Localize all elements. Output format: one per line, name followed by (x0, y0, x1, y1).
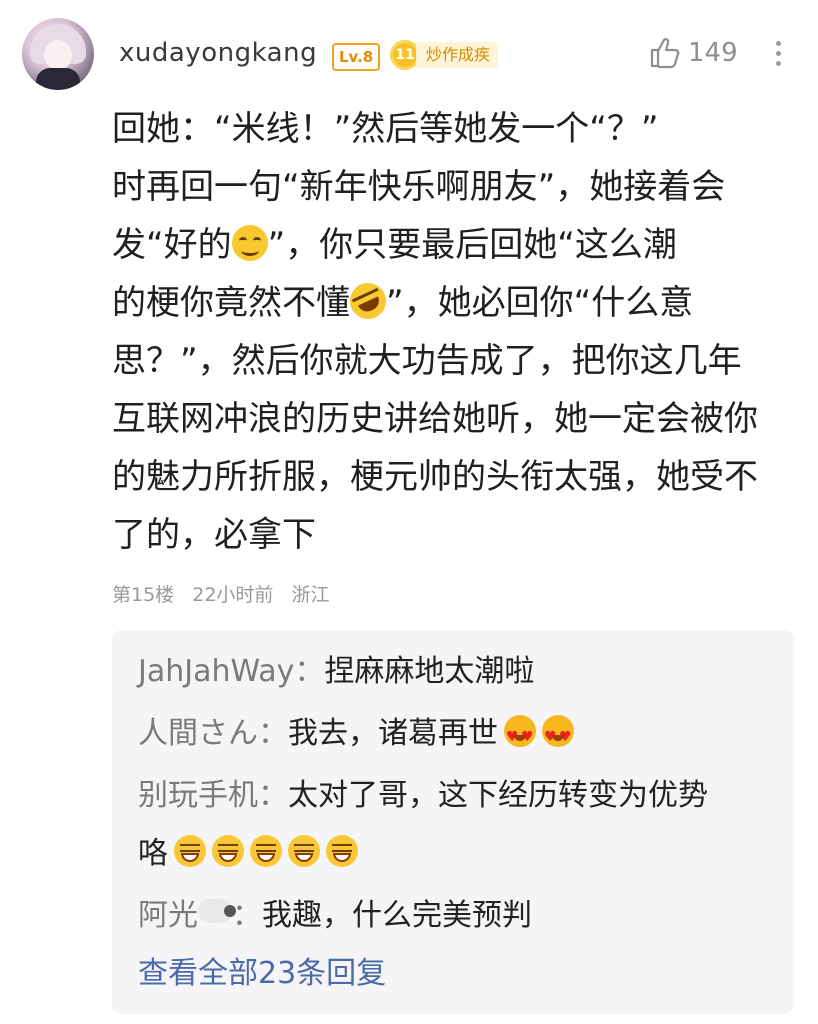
content-line: 的梗你竟然不懂 ”，她必回你“什么意 (112, 274, 788, 332)
reply-item[interactable]: JahJahWay：捏麻麻地太潮啦 (138, 652, 534, 692)
medal-text: 炒作成疾 (416, 42, 499, 68)
reply-text: 太对了哥，这下经历转变为优势 (288, 778, 708, 813)
content-line: 时再回一句“新年快乐啊朋友”，她接着会 (112, 167, 726, 207)
content-line: 的魅力所折服，梗元帅的头衔太强，她受不 (112, 457, 758, 497)
reply-author[interactable]: 别玩手机： (138, 778, 288, 813)
level-badge: Lv.8 (332, 43, 381, 71)
reply-text: 咯 (138, 836, 168, 871)
grinning-squint-emoji-icon (288, 835, 320, 867)
post-time: 22小时前 (192, 584, 274, 606)
heart-eyes-emoji-icon (542, 715, 574, 757)
reply-text: 我趣，什么完美预判 (262, 898, 532, 933)
avatar[interactable] (22, 18, 94, 90)
grinning-squint-emoji-icon (174, 835, 206, 867)
reply-preview-box[interactable]: JahJahWay：捏麻麻地太潮啦 人間さん：我去，诸葛再世 别玩手机：太对了哥… (112, 630, 794, 1014)
comment-meta: 第15楼 22小时前 浙江 (112, 580, 341, 607)
like-count: 149 (688, 38, 738, 68)
comment-header: xudayongkang Lv.8 11 炒作成疾 149 (22, 18, 802, 90)
view-all-replies-link[interactable]: 查看全部23条回复 (138, 954, 386, 994)
ip-location: 浙江 (291, 584, 330, 606)
comment-content: 回她：“米线！”然后等她发一个“？” 时再回一句“新年快乐啊朋友”，她接着会 发… (112, 100, 788, 564)
content-line: 互联网冲浪的历史讲给她听，她一定会被你 (112, 399, 758, 439)
reply-item[interactable]: 阿光 ：我趣，什么完美预判 (138, 896, 532, 936)
reply-author-colon: ： (232, 898, 262, 933)
reply-item[interactable]: 别玩手机：太对了哥，这下经历转变为优势 (138, 776, 708, 816)
medal-badge[interactable]: 11 炒作成疾 (390, 40, 499, 70)
heart-eyes-emoji-icon (504, 715, 536, 757)
reply-text: 捏麻麻地太潮啦 (324, 654, 535, 689)
rolling-laughing-emoji-icon (344, 277, 392, 325)
content-line: 发“好的 ”，你只要最后回她“这么潮 (112, 225, 677, 265)
smiling-face-emoji-icon (231, 225, 268, 261)
reply-text: 我去，诸葛再世 (288, 716, 498, 751)
reply-item[interactable]: 人間さん：我去，诸葛再世 (138, 714, 574, 757)
content-line: 思？”，然后你就大功告成了，把你这几年 (112, 341, 742, 381)
grinning-squint-emoji-icon (326, 835, 358, 867)
floor-number: 第15楼 (112, 584, 175, 606)
content-line: 了的，必拿下 (112, 515, 316, 555)
content-line: 回她：“米线！”然后等她发一个“？” (112, 109, 659, 149)
reply-author[interactable]: JahJahWay： (138, 654, 324, 689)
thumbs-up-icon (650, 38, 680, 69)
grinning-squint-emoji-icon (250, 835, 282, 867)
reply-author[interactable]: 人間さん： (138, 716, 288, 751)
grinning-squint-emoji-icon (212, 835, 244, 867)
reply-author[interactable]: 阿光 (138, 898, 198, 933)
username[interactable]: xudayongkang (119, 38, 317, 68)
sheep-emoji-icon (198, 899, 236, 923)
like-button[interactable]: 149 (648, 36, 738, 70)
more-options-icon[interactable] (768, 36, 788, 76)
reply-item-continued[interactable]: 咯 (138, 834, 358, 874)
